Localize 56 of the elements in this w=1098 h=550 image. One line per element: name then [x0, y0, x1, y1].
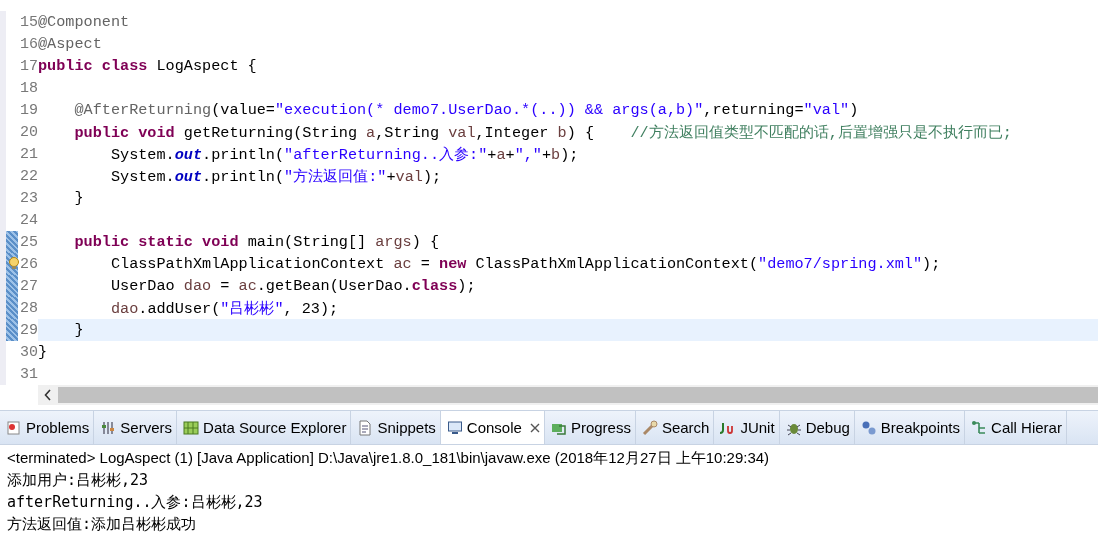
code-line: public void getReturning(String a,String val,Integer b) { //方法返回值类型不匹配的话,后置增强只是不执行而已;	[73, 122, 1012, 143]
line-number: 27	[20, 277, 38, 295]
code-line: dao.addUser("吕彬彬", 23);	[109, 298, 339, 319]
code-line: @AfterReturning(value="execution(* demo7.UserDao.*(..)) && args(a,b)",returning="val")	[73, 101, 859, 119]
code-line: UserDao dao = ac.getBean(UserDao.class);	[109, 277, 476, 295]
line-number: 31	[20, 365, 38, 383]
code-line: }	[73, 321, 84, 339]
code-line: public class LogAspect {	[38, 57, 257, 75]
console-icon	[446, 419, 463, 436]
code-line: @Component	[38, 13, 130, 31]
view-tab[interactable]: Search	[635, 411, 715, 444]
close-icon[interactable]	[529, 422, 540, 433]
line-number: 28	[20, 299, 38, 317]
line-number: 15	[20, 13, 38, 31]
console-output-line: 方法返回值:添加吕彬彬成功	[7, 514, 198, 535]
snippets-icon	[357, 419, 374, 436]
line-number: 20	[20, 123, 38, 141]
code-line: public static void main(String[] args) {	[73, 233, 440, 251]
line-number: 19	[20, 101, 38, 119]
code-line: System.out.println("afterReturning..入参:"+a+","+b);	[109, 144, 579, 165]
view-tab[interactable]: Snippets	[351, 411, 441, 444]
line-number: 17	[20, 57, 38, 75]
line-number: 16	[20, 35, 38, 53]
code-line: }	[38, 343, 48, 361]
console-output-line: 添加用户:吕彬彬,23	[7, 470, 150, 491]
view-tab[interactable]: Progress	[544, 411, 636, 444]
problems-icon	[6, 419, 22, 436]
line-number: 24	[20, 211, 38, 229]
line-number: 18	[20, 79, 38, 97]
servers-icon	[100, 419, 117, 436]
view-tab[interactable]: JUnit	[714, 411, 780, 444]
view-tab[interactable]: Console	[440, 411, 545, 444]
horizontal-scrollbar[interactable]	[38, 385, 1098, 405]
line-number: 22	[20, 167, 38, 185]
view-tab[interactable]: Data Source Explorer	[177, 411, 352, 444]
console-header: <terminated> LogAspect (1) [Java Application] D:\Java\jre1.8.0_181\bin\javaw.exe (2018年12月27日 上午10:29:34)	[7, 448, 771, 468]
view-tab[interactable]: Servers	[94, 411, 178, 444]
code-line: }	[73, 189, 84, 207]
code-line: System.out.println("方法返回值:"+val);	[109, 166, 442, 187]
call-hierarchy-icon	[971, 419, 988, 436]
line-number: 21	[20, 145, 38, 163]
line-number: 29	[20, 321, 38, 339]
view-tab[interactable]: Problems	[0, 411, 95, 444]
view-tab[interactable]: Debug	[779, 411, 855, 444]
search-icon	[641, 419, 658, 436]
line-number: 26	[20, 255, 38, 273]
code-line: @Aspect	[38, 35, 102, 53]
breakpoints-icon	[860, 419, 877, 436]
code-line: ClassPathXmlApplicationContext ac = new ClassPathXmlApplicationContext("demo7/spring.xml");	[109, 255, 941, 273]
line-number: 23	[20, 189, 38, 207]
console-output-line: afterReturning..入参:吕彬彬,23	[7, 492, 264, 513]
line-number: 30	[20, 343, 38, 361]
view-tab[interactable]: Call Hierar	[965, 411, 1067, 444]
view-tab[interactable]: Breakpoints	[854, 411, 966, 444]
database-icon	[183, 419, 200, 436]
line-number: 25	[20, 233, 38, 251]
